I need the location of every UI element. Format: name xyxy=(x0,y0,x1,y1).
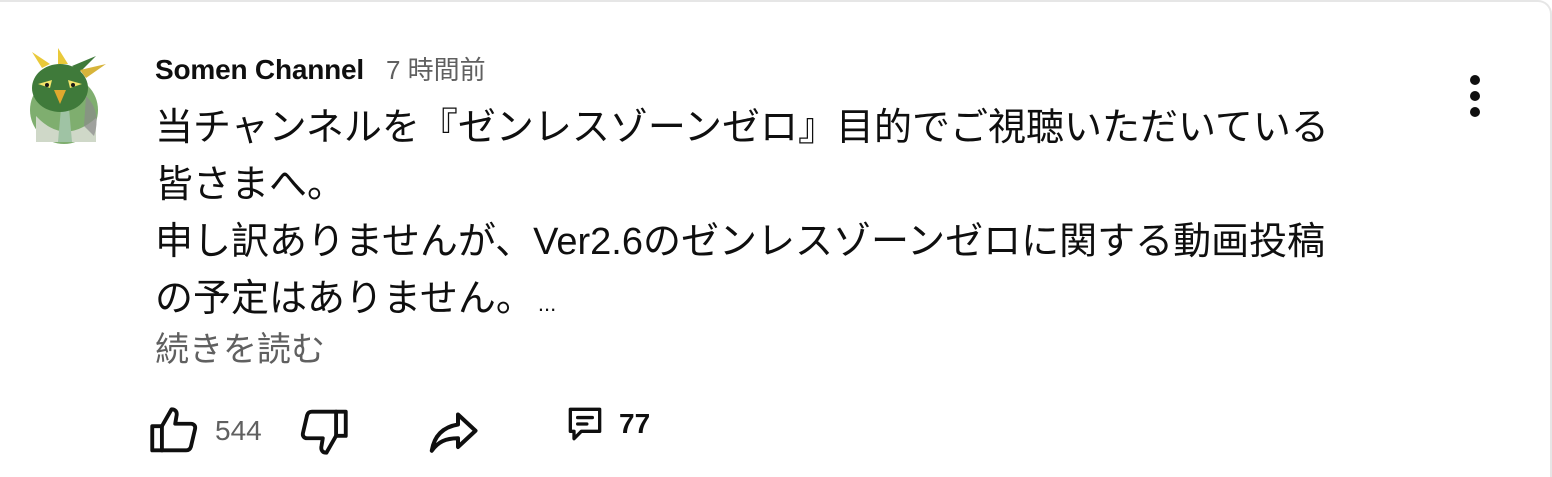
avatar[interactable] xyxy=(14,46,114,146)
comment-card: Somen Channel 7 時間前 当チャンネルを『ゼンレスゾーンゼロ』目的… xyxy=(0,0,1552,477)
comment-line-last: の予定はありません。... xyxy=(155,271,1415,332)
comment-line: 申し訳ありませんが、Ver2.6のゼンレスゾーンゼロに関する動画投稿 xyxy=(155,221,1326,263)
comment-time[interactable]: 7 時間前 xyxy=(386,50,486,87)
more-vert-icon xyxy=(1470,75,1480,85)
like-button[interactable]: 544 xyxy=(145,402,262,460)
comment-bubble-icon xyxy=(568,407,602,441)
comment-line: 皆さまへ。 xyxy=(155,164,346,206)
share-button[interactable] xyxy=(423,402,483,462)
author-name[interactable]: Somen Channel xyxy=(155,54,364,86)
thumbs-up-icon xyxy=(150,407,198,453)
comment-line: 当チャンネルを『ゼンレスゾーンゼロ』目的でご視聴いただいている xyxy=(155,107,1329,149)
comment-header: Somen Channel 7 時間前 xyxy=(155,50,486,87)
share-arrow-icon xyxy=(429,412,478,453)
thumbs-down-icon xyxy=(300,409,348,455)
reply-count: 77 xyxy=(619,408,651,439)
more-vert-icon-dot xyxy=(1470,107,1480,117)
truncation-ellipsis: ... xyxy=(537,291,557,316)
reply-button[interactable]: 77 xyxy=(563,402,650,446)
read-more-link[interactable]: 続きを読む xyxy=(155,322,325,371)
comment-line-text: の予定はありません。 xyxy=(155,278,534,320)
more-vert-icon-dot xyxy=(1470,91,1480,101)
parrot-avatar-icon xyxy=(30,48,106,144)
like-count: 544 xyxy=(215,415,262,446)
comment-text: 当チャンネルを『ゼンレスゾーンゼロ』目的でご視聴いただいている 皆さまへ。 申し… xyxy=(155,100,1415,332)
more-options-button[interactable] xyxy=(1455,70,1495,122)
dislike-button[interactable] xyxy=(295,402,353,460)
